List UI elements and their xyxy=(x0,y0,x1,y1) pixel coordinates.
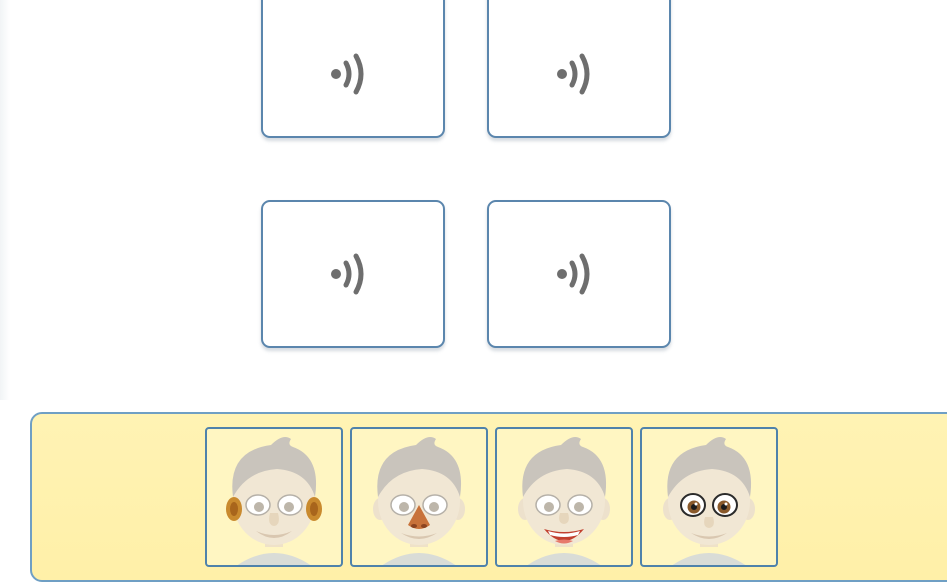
sound-card-1[interactable] xyxy=(261,0,445,138)
boy-face-mouth-icon xyxy=(518,437,610,565)
face-card-eyes[interactable] xyxy=(640,427,778,567)
sound-card-3[interactable] xyxy=(261,200,445,348)
boy-face-nose-icon xyxy=(373,437,465,565)
answer-tray xyxy=(30,412,947,582)
boy-face-ears-icon xyxy=(226,437,322,565)
face-card-mouth[interactable] xyxy=(495,427,633,567)
face-card-nose[interactable] xyxy=(350,427,488,567)
speaker-sound-icon xyxy=(331,253,364,295)
sound-card-2[interactable] xyxy=(487,0,671,138)
speaker-sound-icon xyxy=(331,53,364,95)
speaker-sound-icon xyxy=(557,253,590,295)
boy-face-eyes-icon xyxy=(663,437,755,565)
sound-card-4[interactable] xyxy=(487,200,671,348)
speaker-sound-icon xyxy=(557,53,590,95)
page-left-edge xyxy=(0,0,10,400)
face-card-ears[interactable] xyxy=(205,427,343,567)
